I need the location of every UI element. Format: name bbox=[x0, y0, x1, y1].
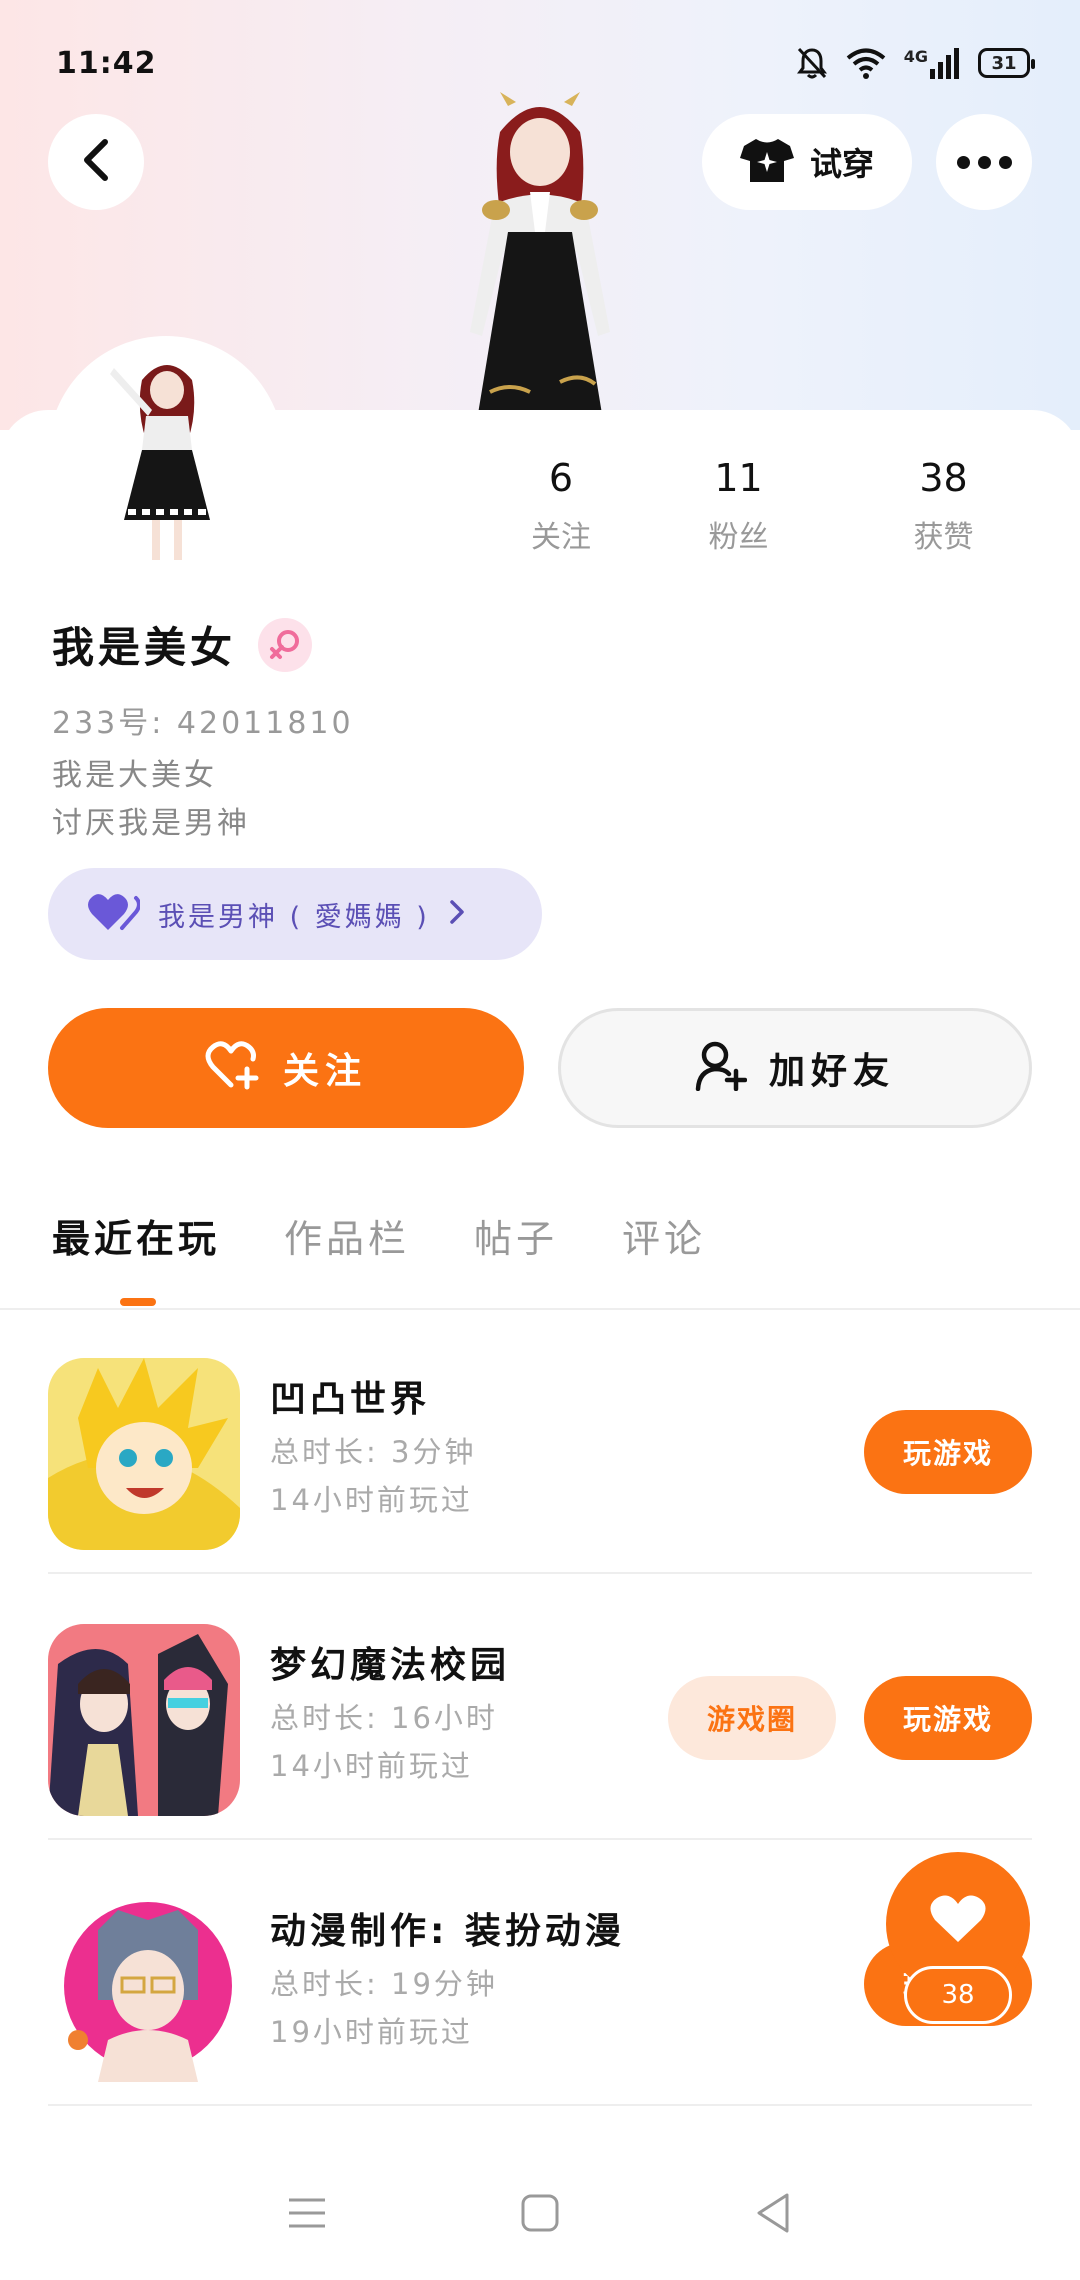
game-duration: 总时长: 19分钟 bbox=[270, 1967, 498, 2001]
character-hero-image bbox=[430, 92, 650, 414]
game-title: 动漫制作: 装扮动漫 bbox=[270, 1911, 625, 1952]
game-last-played: 14小时前玩过 bbox=[270, 1483, 473, 1517]
add-user-icon bbox=[695, 1041, 748, 1095]
stat-fans-value: 11 bbox=[714, 456, 763, 500]
game-duration: 总时长: 3分钟 bbox=[270, 1435, 477, 1469]
game-duration: 总时长: 16小时 bbox=[270, 1701, 498, 1735]
game-thumbnail[interactable] bbox=[48, 1890, 240, 2082]
tab-comments[interactable]: 评论 bbox=[622, 1208, 706, 1263]
wifi-icon bbox=[846, 47, 886, 79]
try-on-label: 试穿 bbox=[809, 145, 874, 183]
stat-likes-value: 38 bbox=[919, 456, 968, 500]
game-last-played: 14小时前玩过 bbox=[270, 1749, 473, 1783]
tab-recently-played[interactable]: 最近在玩 bbox=[52, 1208, 220, 1263]
user-id: 233号: 42011810 bbox=[52, 706, 354, 741]
relation-badge[interactable]: 我是男神 ( 愛媽媽 ) bbox=[48, 868, 542, 960]
stat-following[interactable]: 6 关注 bbox=[486, 456, 636, 556]
avatar[interactable] bbox=[52, 340, 280, 568]
tab-works[interactable]: 作品栏 bbox=[284, 1208, 410, 1263]
heart-icon bbox=[88, 892, 141, 936]
heart-plus-icon bbox=[205, 1041, 261, 1095]
stat-following-value: 6 bbox=[548, 456, 574, 500]
back-triangle-icon[interactable] bbox=[753, 2191, 793, 2239]
username-row: 我是美女 bbox=[52, 614, 313, 675]
female-gender-icon bbox=[258, 617, 313, 672]
stat-likes-label: 获赞 bbox=[913, 520, 974, 555]
network-type: 4G bbox=[903, 47, 928, 66]
stat-following-label: 关注 bbox=[531, 520, 591, 555]
bio-line: 我是大美女 bbox=[52, 758, 217, 793]
heart-icon bbox=[929, 1894, 987, 1948]
battery-icon: 31 bbox=[978, 48, 1035, 78]
game-circle-button[interactable]: 游戏圈 bbox=[668, 1676, 836, 1760]
active-tab-indicator bbox=[120, 1298, 156, 1306]
shirt-icon bbox=[739, 136, 794, 188]
row-divider bbox=[48, 1572, 1032, 1574]
profile-stats: 6 关注 11 粉丝 38 获赞 bbox=[486, 456, 1046, 556]
status-time: 11:42 bbox=[56, 46, 157, 81]
try-on-button[interactable]: 试穿 bbox=[702, 114, 912, 210]
game-info: 动漫制作: 装扮动漫 总时长: 19分钟 19小时前玩过 bbox=[270, 1902, 625, 2050]
follow-label: 关注 bbox=[282, 1051, 367, 1092]
follow-button[interactable]: 关注 bbox=[48, 1008, 524, 1128]
add-friend-button[interactable]: 加好友 bbox=[558, 1008, 1032, 1128]
more-options-button[interactable] bbox=[936, 114, 1032, 210]
floating-like-count: 38 bbox=[904, 1966, 1012, 2024]
list-item[interactable]: 凹凸世界 总时长: 3分钟 14小时前玩过 玩游戏 bbox=[48, 1310, 1032, 1574]
chevron-left-icon bbox=[81, 138, 111, 186]
more-dots-icon bbox=[956, 155, 1012, 169]
mute-bell-icon bbox=[796, 46, 828, 80]
system-navigation-bar bbox=[0, 2150, 1080, 2280]
status-icons: 4G 31 bbox=[796, 46, 1035, 80]
game-last-played: 19小时前玩过 bbox=[270, 2015, 473, 2049]
bio-line: 讨厌我是男神 bbox=[52, 806, 250, 841]
home-square-icon[interactable] bbox=[520, 2193, 560, 2237]
stat-fans[interactable]: 11 粉丝 bbox=[636, 456, 841, 556]
list-item[interactable]: 梦幻魔法校园 总时长: 16小时 14小时前玩过 游戏圈 玩游戏 bbox=[48, 1576, 1032, 1840]
play-game-button[interactable]: 玩游戏 bbox=[864, 1676, 1032, 1760]
game-title: 凹凸世界 bbox=[270, 1379, 431, 1420]
game-title: 梦幻魔法校园 bbox=[270, 1645, 511, 1686]
tab-posts[interactable]: 帖子 bbox=[474, 1208, 558, 1263]
game-info: 凹凸世界 总时长: 3分钟 14小时前玩过 bbox=[270, 1370, 476, 1518]
menu-icon[interactable] bbox=[287, 2196, 327, 2234]
row-divider bbox=[48, 2104, 1032, 2106]
stat-fans-label: 粉丝 bbox=[708, 520, 769, 555]
game-thumbnail[interactable] bbox=[48, 1624, 240, 1816]
username: 我是美女 bbox=[52, 623, 237, 672]
game-thumbnail[interactable] bbox=[48, 1358, 240, 1550]
game-info: 梦幻魔法校园 总时长: 16小时 14小时前玩过 bbox=[270, 1636, 510, 1784]
play-game-button[interactable]: 玩游戏 bbox=[864, 1410, 1032, 1494]
user-bio: 我是大美女 讨厌我是男神 bbox=[52, 752, 250, 848]
add-friend-label: 加好友 bbox=[768, 1051, 895, 1092]
profile-tabs: 最近在玩 作品栏 帖子 评论 bbox=[52, 1208, 770, 1263]
row-divider bbox=[48, 1838, 1032, 1840]
cellular-signal-icon: 4G bbox=[904, 47, 960, 79]
back-button[interactable] bbox=[48, 114, 144, 210]
relation-text: 我是男神 ( 愛媽媽 ) bbox=[158, 901, 430, 933]
chevron-right-icon bbox=[448, 899, 466, 929]
stat-likes[interactable]: 38 获赞 bbox=[841, 456, 1046, 556]
list-item[interactable]: 动漫制作: 装扮动漫 总时长: 19分钟 19小时前玩过 玩游戏 bbox=[48, 1842, 1032, 2106]
